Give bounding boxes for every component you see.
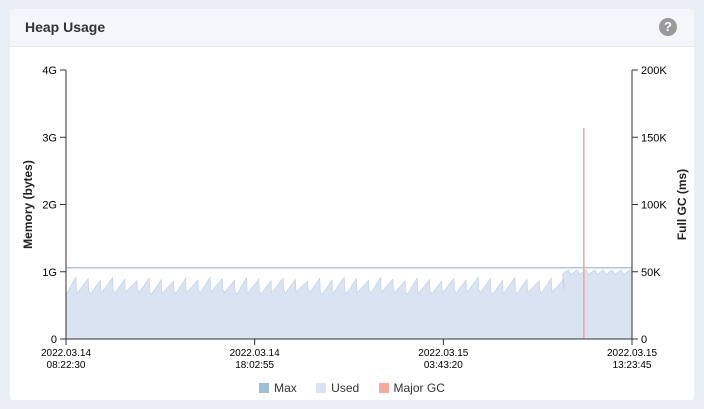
y-right-tick-label: 100K <box>641 200 667 212</box>
heap-usage-panel: Heap Usage ? 0 1G 2G 3G 4G 0 50K 100K 150K 200K 20… <box>10 9 694 400</box>
x-tick-label-time: 03:43:20 <box>424 360 463 371</box>
heap-usage-chart: 01G2G3G4G050K100K150K200K2022.03.1408:22… <box>21 65 689 371</box>
series-used-area <box>65 269 633 340</box>
x-tick-label-date: 2022.03.14 <box>230 348 280 359</box>
legend-label-max: Max <box>274 381 297 395</box>
chart-series-layer <box>65 127 633 340</box>
x-tick-label-date: 2022.03.15 <box>607 348 657 359</box>
legend-swatch-major-gc <box>378 383 389 393</box>
y-left-tick-label: 2G <box>42 200 57 212</box>
x-tick-label-date: 2022.03.15 <box>418 348 468 359</box>
legend-swatch-max <box>259 383 270 393</box>
legend-swatch-used <box>316 383 327 393</box>
legend-item-max[interactable]: Max <box>259 381 297 395</box>
x-tick-label-time: 08:22:30 <box>47 360 86 371</box>
chart-legend: Max Used Major GC <box>10 381 694 395</box>
x-tick-label-time: 13:23:45 <box>613 360 652 371</box>
legend-label-used: Used <box>331 381 360 395</box>
y-left-tick-label: 3G <box>42 132 57 144</box>
legend-item-major-gc[interactable]: Major GC <box>378 381 445 395</box>
x-tick-label-time: 18:02:55 <box>235 360 274 371</box>
y-right-axis-title: Full GC (ms) <box>675 169 689 240</box>
x-tick-label-date: 2022.03.14 <box>41 348 91 359</box>
legend-label-major-gc: Major GC <box>393 381 445 395</box>
y-right-tick-label: 150K <box>641 132 667 144</box>
y-left-tick-label: 0 <box>51 334 57 346</box>
y-right-tick-label: 50K <box>641 267 661 279</box>
legend-item-used[interactable]: Used <box>316 381 359 395</box>
y-left-tick-label: 1G <box>42 267 57 279</box>
y-left-tick-label: 4G <box>42 65 57 77</box>
y-left-axis-title: Memory (bytes) <box>21 160 35 249</box>
y-right-tick-label: 200K <box>641 65 667 77</box>
y-right-tick-label: 0 <box>641 334 647 346</box>
